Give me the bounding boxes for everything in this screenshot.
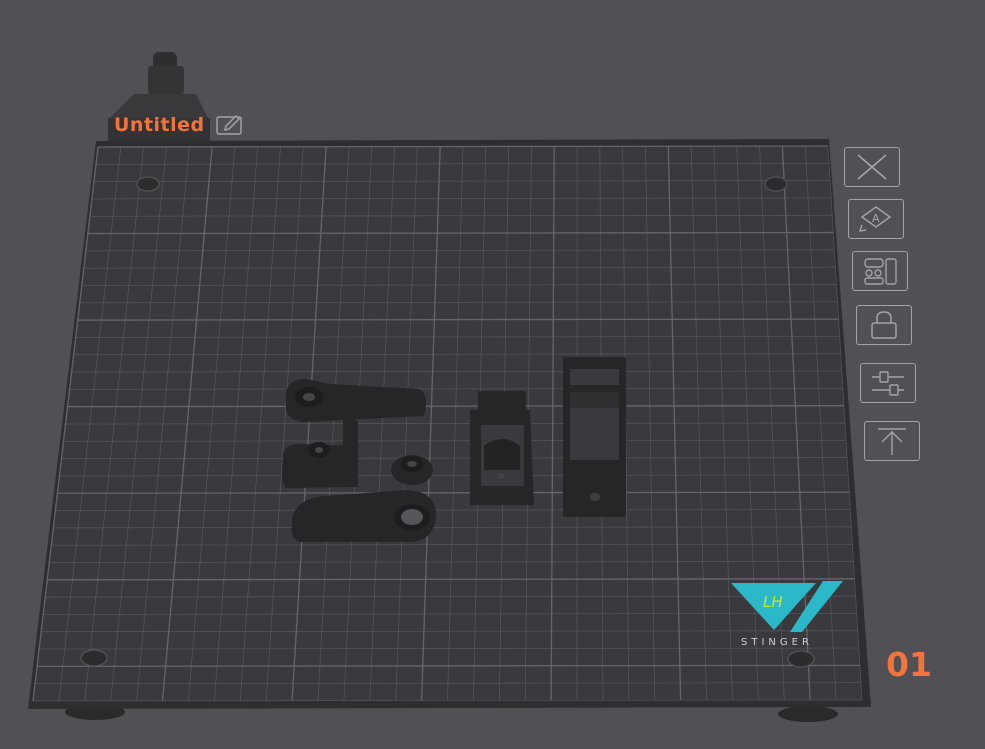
plate-foot-right: [778, 706, 838, 722]
plate-name[interactable]: Untitled: [114, 114, 205, 136]
move-top-icon: [878, 428, 906, 455]
close-icon: [857, 154, 887, 180]
brand-name: STINGER: [741, 637, 813, 648]
arrange-button[interactable]: [852, 251, 908, 291]
part-box[interactable]: [563, 357, 626, 517]
lock-plate-button[interactable]: [856, 305, 912, 345]
part-cap[interactable]: [391, 455, 433, 485]
brand-logo-mark: LH: [763, 593, 783, 611]
plate-title-bar: Untitled: [114, 114, 245, 136]
svg-text:A: A: [872, 212, 880, 225]
lock-icon: [871, 311, 897, 339]
build-plate-viewport[interactable]: LH: [0, 0, 985, 749]
sliders-icon: [872, 371, 904, 396]
part-servo-frame[interactable]: [470, 391, 534, 505]
plate-number: 01: [886, 645, 932, 684]
plate-settings-button[interactable]: [860, 363, 916, 403]
arrange-icon: [864, 258, 897, 285]
auto-orient-icon: A: [858, 206, 892, 232]
auto-orient-button[interactable]: A: [848, 199, 904, 239]
edit-icon[interactable]: [215, 114, 245, 136]
move-to-top-button[interactable]: [864, 421, 920, 461]
remove-plate-button[interactable]: [844, 147, 900, 187]
